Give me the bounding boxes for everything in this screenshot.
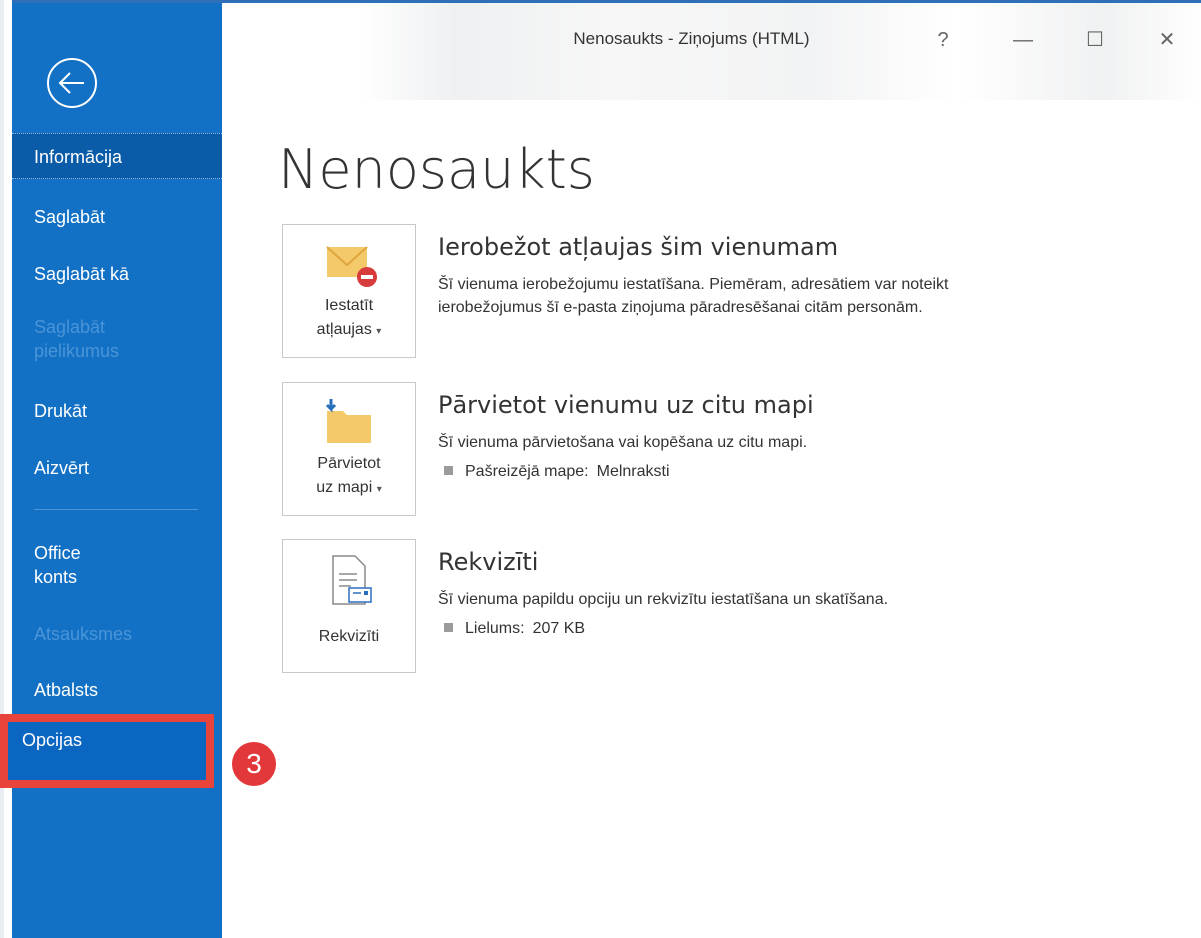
folder-move-icon bbox=[325, 399, 371, 443]
maximize-button[interactable]: ☐ bbox=[1080, 25, 1110, 55]
dropdown-caret-icon: ▾ bbox=[376, 326, 382, 337]
current-folder-label: Pašreizējā mape: bbox=[465, 463, 589, 480]
current-folder-info: Pašreizējā mape: Melnraksti bbox=[444, 463, 670, 481]
sidebar-item-save-as[interactable]: Saglabāt kā bbox=[12, 251, 222, 297]
move-to-folder-line2: uz mapi ▾ bbox=[316, 479, 382, 496]
sidebar-item-info[interactable]: Informācija bbox=[12, 133, 222, 179]
size-info: Lielums: 207 KB bbox=[444, 620, 585, 638]
sidebar-item-save-attachments: Saglabāt pielikumus bbox=[12, 309, 222, 369]
step-badge: 3 bbox=[232, 742, 276, 786]
set-permissions-line2: atļaujas ▾ bbox=[316, 321, 382, 338]
set-permissions-line1: Iestatīt bbox=[324, 297, 374, 314]
back-arrow-icon bbox=[47, 58, 97, 108]
minimize-button[interactable]: — bbox=[1008, 25, 1038, 55]
options-label: Opcijas bbox=[22, 730, 83, 750]
set-permissions-button[interactable]: Iestatīt atļaujas ▾ bbox=[282, 224, 416, 358]
envelope-restrict-icon bbox=[326, 246, 377, 287]
sidebar-item-office-account[interactable]: Office konts bbox=[12, 535, 222, 595]
close-button[interactable]: ✕ bbox=[1152, 25, 1182, 55]
page-title: Nenosaukts bbox=[278, 138, 595, 201]
sidebar-item-print[interactable]: Drukāt bbox=[12, 388, 222, 434]
bullet-icon bbox=[444, 623, 453, 632]
properties-desc: Šī vienuma papildu opciju un rekvizītu i… bbox=[438, 591, 889, 608]
properties-icon bbox=[332, 555, 372, 605]
save-attachments-line2: pielikumus bbox=[34, 341, 120, 361]
size-label: Lielums: bbox=[465, 620, 525, 637]
current-folder-value: Melnraksti bbox=[596, 463, 670, 480]
office-account-line2: konts bbox=[34, 567, 78, 587]
sidebar-divider bbox=[34, 509, 198, 510]
restrict-desc-line1: Šī vienuma ierobežojumu iestatīšana. Pie… bbox=[438, 276, 949, 293]
properties-label: Rekvizīti bbox=[318, 628, 380, 645]
move-to-folder-line1: Pārvietot bbox=[317, 455, 381, 472]
title-bar: Nenosaukts - Ziņojums (HTML) ? — ☐ ✕ bbox=[222, 3, 1201, 100]
restrict-permissions-desc: Šī vienuma ierobežojumu iestatīšana. Pie… bbox=[438, 273, 1138, 319]
restrict-permissions-heading: Ierobežot atļaujas šim vienumam bbox=[438, 233, 839, 261]
restrict-desc-line2: ierobežojumus šī e-pasta ziņojuma pāradr… bbox=[438, 299, 923, 316]
move-item-desc: Šī vienuma pārvietošana vai kopēšana uz … bbox=[438, 434, 808, 451]
office-account-line1: Office bbox=[34, 543, 81, 563]
help-button[interactable]: ? bbox=[928, 25, 958, 55]
move-item-heading: Pārvietot vienumu uz citu mapi bbox=[438, 391, 814, 419]
sidebar-item-save[interactable]: Saglabāt bbox=[12, 194, 222, 240]
save-attachments-line1: Saglabāt bbox=[34, 317, 106, 337]
properties-heading: Rekvizīti bbox=[438, 548, 539, 576]
move-to-folder-button[interactable]: Pārvietot uz mapi ▾ bbox=[282, 382, 416, 516]
sidebar-item-close[interactable]: Aizvērt bbox=[12, 445, 222, 491]
sidebar-item-support[interactable]: Atbalsts bbox=[12, 667, 222, 713]
bullet-icon bbox=[444, 466, 453, 475]
window-title: Nenosaukts - Ziņojums (HTML) bbox=[573, 29, 810, 48]
dropdown-caret-icon: ▾ bbox=[376, 484, 382, 495]
size-value: 207 KB bbox=[532, 620, 586, 637]
back-button[interactable] bbox=[44, 55, 100, 111]
properties-button[interactable]: Rekvizīti bbox=[282, 539, 416, 673]
backstage-sidebar: Informācija Saglabāt Saglabāt kā Saglabā… bbox=[12, 3, 222, 938]
sidebar-item-feedback: Atsauksmes bbox=[34, 624, 133, 644]
sidebar-item-options[interactable]: Opcijas bbox=[0, 714, 214, 788]
